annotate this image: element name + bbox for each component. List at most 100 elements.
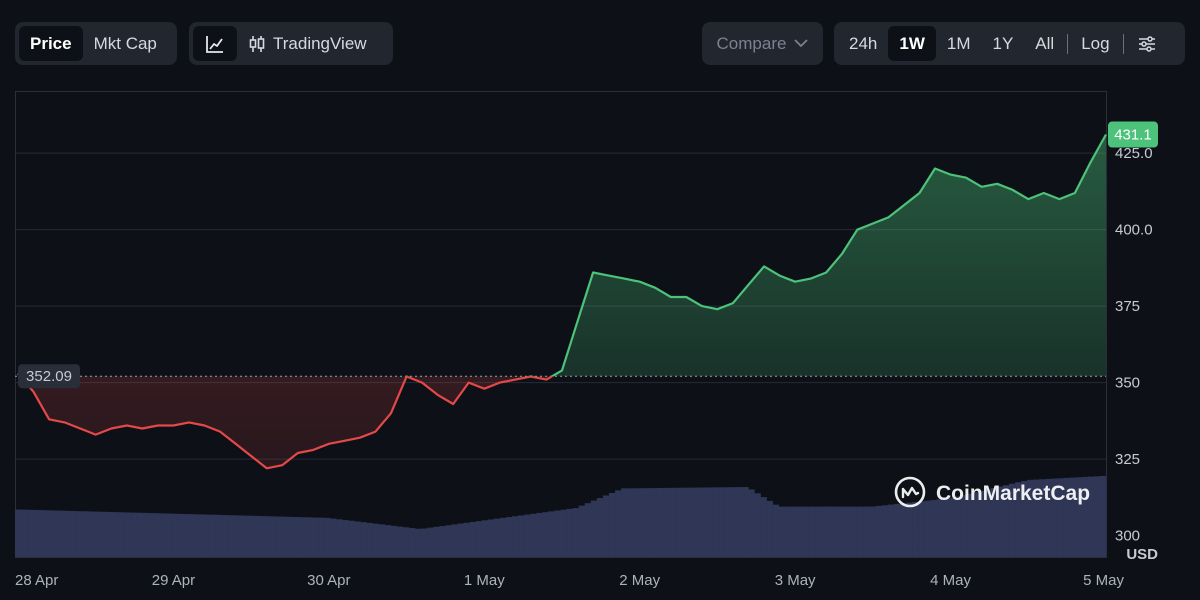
volume-bar xyxy=(324,517,331,557)
last-price-value: 431.1 xyxy=(1114,127,1152,144)
volume-bar xyxy=(675,487,683,557)
baseline-value: 352.09 xyxy=(26,368,72,385)
volume-bar xyxy=(415,528,422,557)
volume-bar xyxy=(699,487,707,557)
volume-bar xyxy=(875,505,883,557)
volume-bar xyxy=(802,506,810,557)
volume-bar xyxy=(57,510,64,557)
volume-bar xyxy=(645,488,652,557)
volume-bar xyxy=(512,516,519,557)
volume-bar xyxy=(505,517,513,557)
volume-bar xyxy=(1099,475,1107,557)
volume-bar xyxy=(378,524,386,557)
volume-bar xyxy=(263,516,270,557)
volume-bar xyxy=(93,511,101,557)
volume-bar xyxy=(451,524,458,557)
volume-bar xyxy=(257,516,264,557)
volume-bar xyxy=(869,506,876,557)
volume-bar xyxy=(893,503,901,557)
volume-bar xyxy=(924,500,931,557)
volume-bar xyxy=(215,514,222,557)
x-tick-label: 2 May xyxy=(619,572,660,589)
volume-bar xyxy=(342,520,349,557)
volume-bar xyxy=(693,487,701,557)
volume-bar xyxy=(754,493,761,557)
volume-bar xyxy=(560,509,567,557)
volume-bar xyxy=(360,522,367,557)
volume-bar xyxy=(202,514,210,557)
volume-bar xyxy=(366,522,373,557)
volume-bar xyxy=(396,526,404,557)
volume-bar xyxy=(130,512,137,557)
x-tick-label: 1 May xyxy=(464,572,505,589)
y-tick-label: 300 xyxy=(1115,528,1140,545)
volume-bar xyxy=(784,506,792,557)
volume-bar xyxy=(402,527,410,557)
volume-bar xyxy=(584,503,592,557)
volume-bar xyxy=(954,496,961,557)
volume-bar xyxy=(796,506,804,557)
volume-bar xyxy=(578,505,586,557)
volume-bar xyxy=(615,490,622,557)
volume-bar xyxy=(899,503,907,557)
volume-bar xyxy=(354,521,361,557)
volume-bar xyxy=(475,521,483,557)
volume-bar xyxy=(39,510,46,557)
volume-bar xyxy=(705,487,713,557)
volume-bar xyxy=(845,506,852,557)
volume-bar xyxy=(863,506,870,557)
coinmarketcap-logo-icon xyxy=(894,476,926,508)
volume-bar xyxy=(499,517,507,557)
volume-bar xyxy=(815,506,822,557)
volume-bar xyxy=(433,526,440,557)
volume-bar xyxy=(651,488,658,557)
volume-bar xyxy=(681,487,689,557)
price-chart[interactable]: 300 325 350 375 400.0 425.0 28 Apr 29 Apr 30 Ap… xyxy=(0,0,1200,600)
volume-bar xyxy=(311,517,319,557)
y-axis-ticks: 300 325 350 375 400.0 425.0 xyxy=(1115,145,1153,544)
volume-bar xyxy=(572,508,579,557)
volume-bar xyxy=(245,515,252,557)
volume-bar xyxy=(336,519,343,557)
volume-bar xyxy=(596,498,604,557)
volume-bar xyxy=(208,514,216,557)
volume-bar xyxy=(663,487,670,557)
watermark-text: CoinMarketCap xyxy=(936,482,1090,505)
volume-bar xyxy=(1093,476,1101,557)
volume-bar xyxy=(881,505,889,557)
volume-bar xyxy=(542,512,549,557)
volume-bar xyxy=(105,511,113,557)
y-tick-label: 325 xyxy=(1115,451,1140,468)
volume-bar xyxy=(45,510,52,557)
volume-bar xyxy=(851,506,858,557)
volume-bar xyxy=(330,518,337,557)
volume-bar xyxy=(81,511,89,557)
y-tick-label: 425.0 xyxy=(1115,145,1153,162)
volume-bar xyxy=(487,519,495,557)
x-tick-label: 3 May xyxy=(775,572,816,589)
volume-bar xyxy=(530,513,537,557)
volume-bar xyxy=(930,500,937,557)
volume-bar xyxy=(657,487,664,557)
volume-bar xyxy=(166,513,173,557)
volume-bar xyxy=(536,512,543,557)
x-axis-ticks: 28 Apr 29 Apr 30 Apr 1 May 2 May 3 May 4 May 5 … xyxy=(15,572,1124,589)
volume-bar xyxy=(554,510,561,557)
volume-bar xyxy=(15,509,22,557)
volume-bar xyxy=(481,520,489,557)
volume-bar xyxy=(305,517,313,557)
volume-bar xyxy=(633,488,640,557)
y-tick-label: 375 xyxy=(1115,298,1140,315)
volume-bar xyxy=(87,511,95,557)
volume-bar xyxy=(463,522,470,557)
volume-bar xyxy=(548,511,555,557)
volume-bar xyxy=(687,487,695,557)
volume-bar xyxy=(196,514,204,557)
volume-bar xyxy=(293,516,301,557)
volume-bar xyxy=(766,500,773,557)
volume-bar xyxy=(724,487,731,557)
volume-bar xyxy=(118,512,125,557)
volume-bar xyxy=(33,509,40,557)
volume-bar xyxy=(124,512,131,557)
volume-bar xyxy=(790,506,798,557)
